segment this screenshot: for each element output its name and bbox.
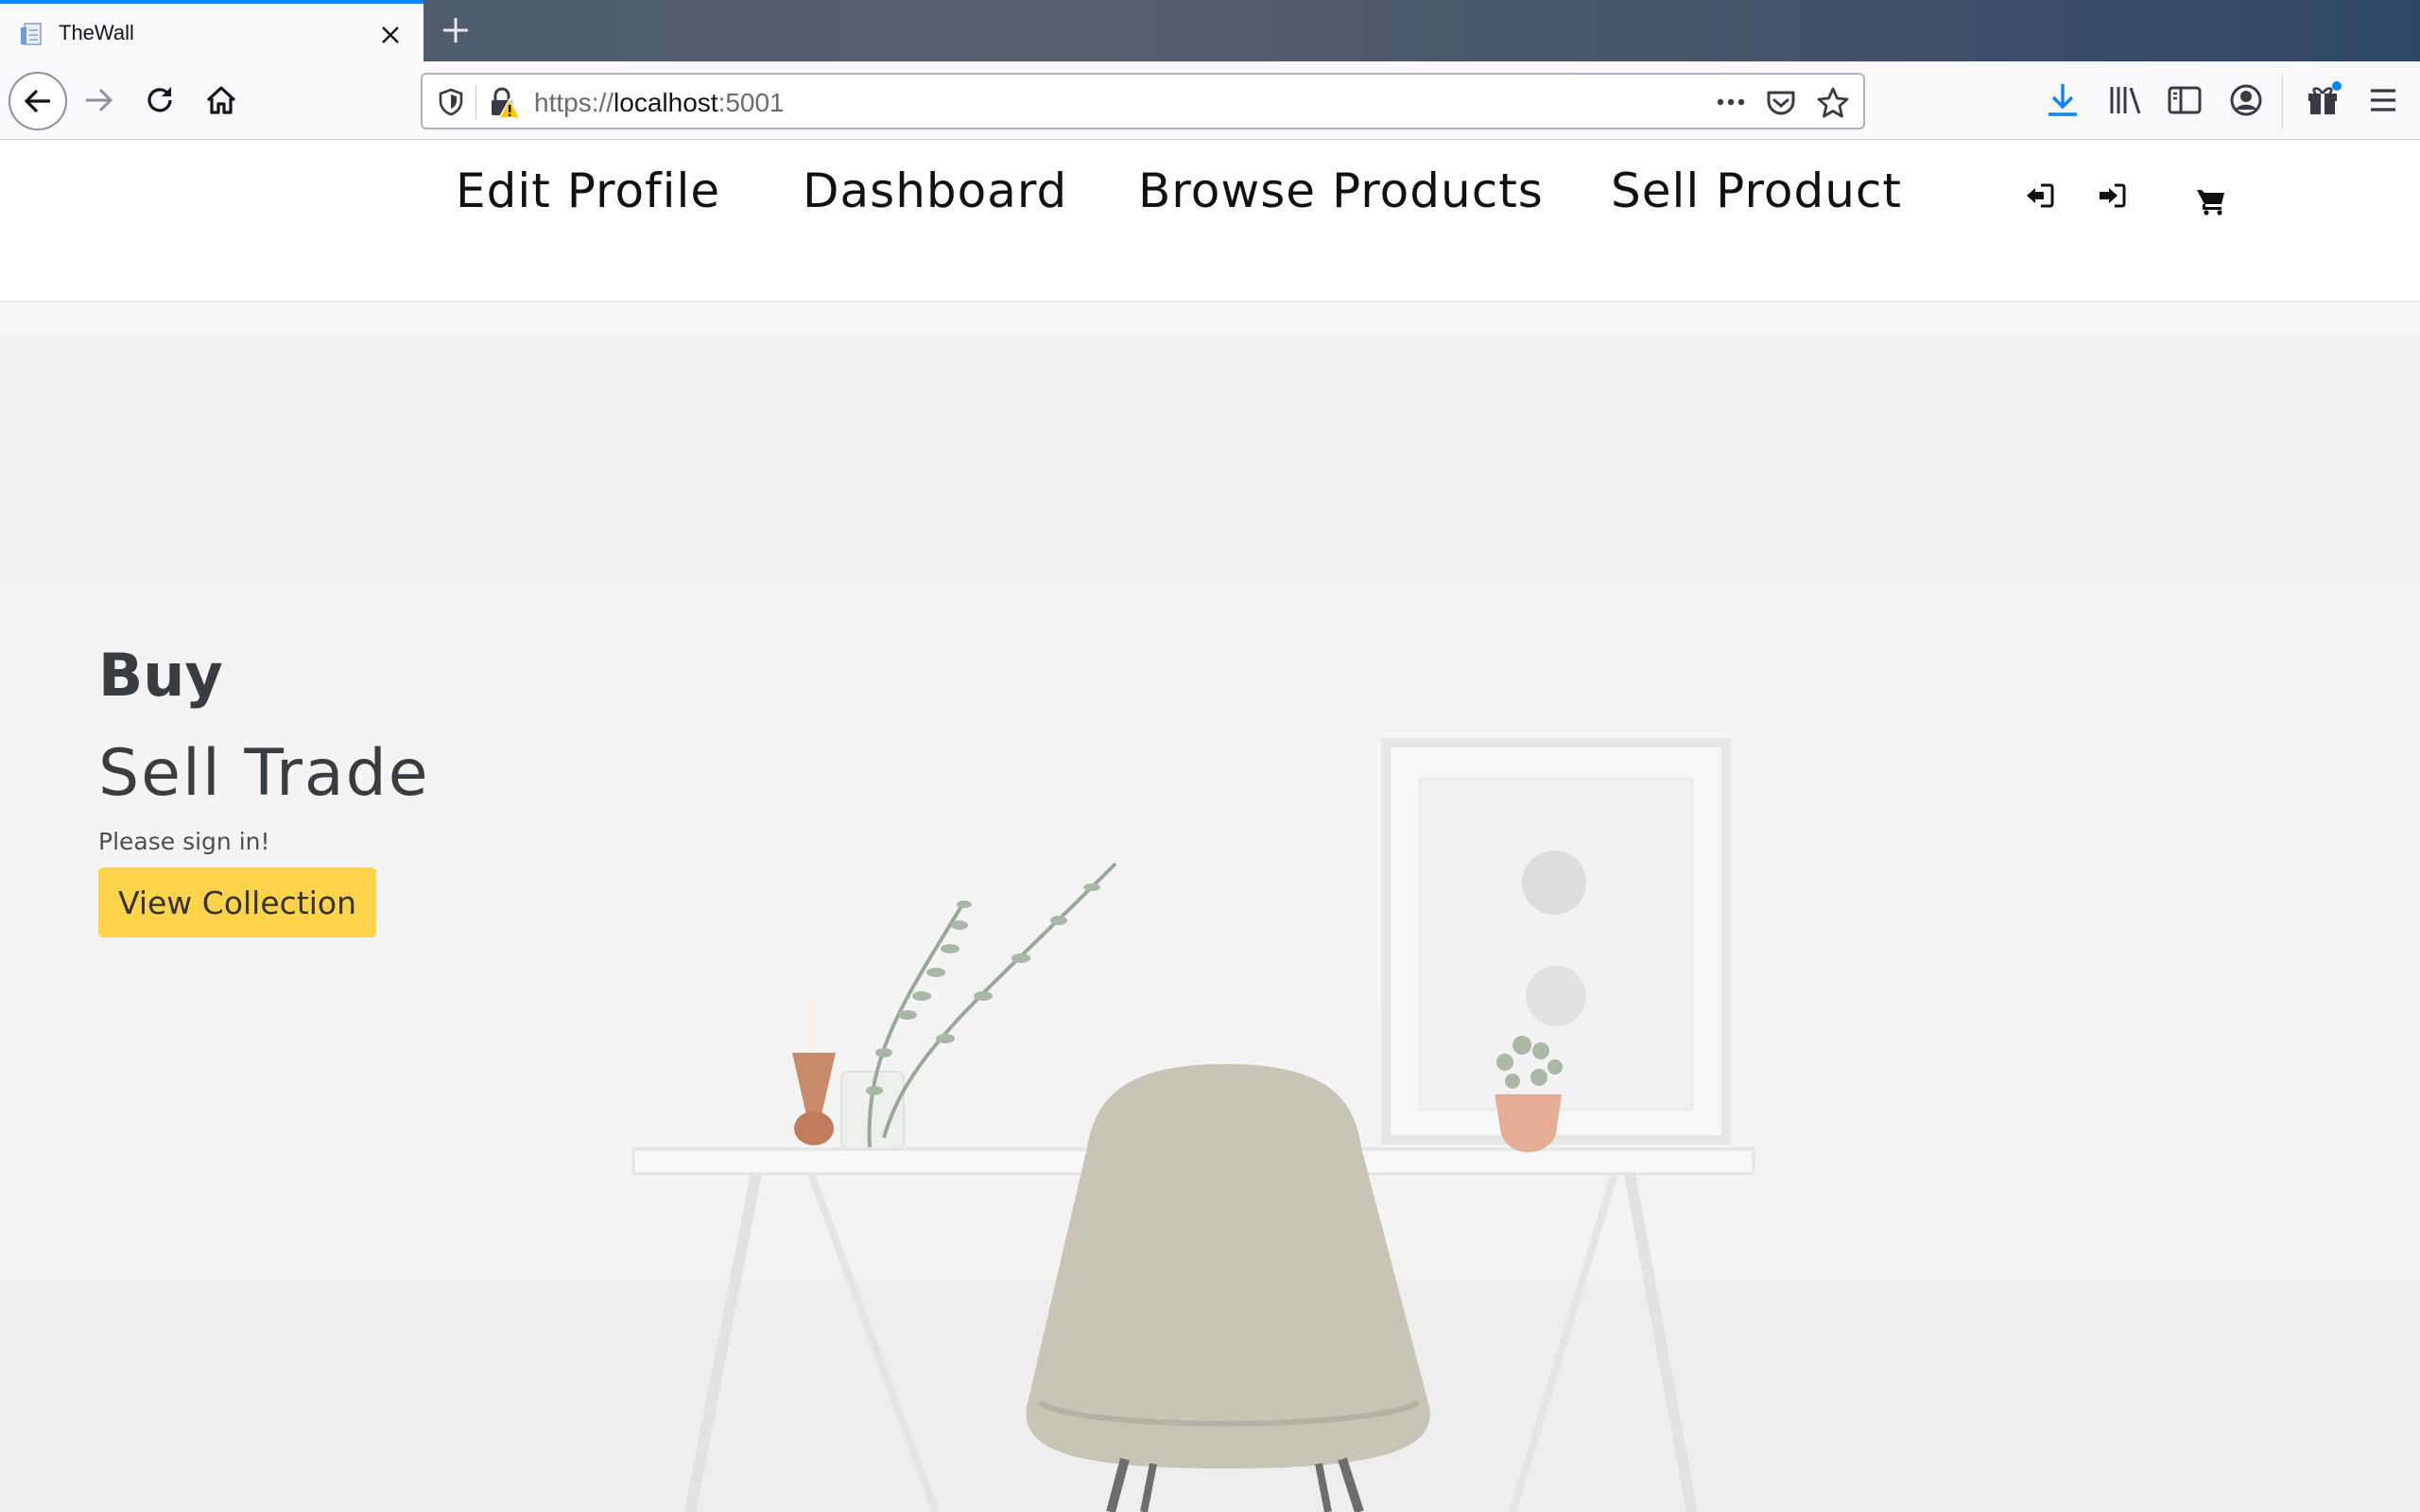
nav-dashboard[interactable]: Dashboard [803, 163, 1067, 218]
nav-sell-product[interactable]: Sell Product [1611, 163, 1902, 218]
reload-button[interactable] [130, 71, 189, 129]
nav-browse-products[interactable]: Browse Products [1138, 163, 1544, 218]
hero-subtitle: Sell Trade [98, 736, 430, 811]
home-icon [206, 86, 236, 114]
sidebar-icon[interactable] [2165, 80, 2204, 120]
shopping-cart-icon[interactable] [2195, 185, 2227, 217]
url-scheme: https:// [534, 88, 614, 117]
plus-icon[interactable] [439, 13, 473, 47]
document-icon [21, 23, 42, 45]
reload-icon [147, 87, 172, 112]
more-icon[interactable] [1715, 88, 1747, 116]
browser-toolbar: https://localhost:5001 [0, 61, 2420, 140]
sign-in-icon[interactable] [2096, 180, 2128, 212]
forward-button[interactable] [70, 71, 129, 129]
view-collection-button[interactable]: View Collection [98, 868, 376, 937]
tab-title: TheWall [59, 21, 134, 44]
back-button[interactable] [9, 72, 67, 130]
hero-section: Buy Sell Trade Please sign in! View Coll… [0, 335, 2420, 1512]
forward-icon [86, 88, 113, 112]
account-icon[interactable] [2226, 80, 2266, 120]
sign-out-icon[interactable] [2024, 180, 2056, 212]
extension-gift-icon[interactable] [2303, 80, 2342, 120]
header-gap [0, 302, 2420, 335]
back-icon [24, 89, 50, 113]
site-header: Edit Profile Dashboard Browse Products S… [0, 140, 2420, 302]
nav-edit-profile[interactable]: Edit Profile [456, 163, 720, 218]
hamburger-menu-icon[interactable] [2363, 80, 2403, 120]
library-icon[interactable] [2105, 80, 2145, 120]
bookmark-star-icon[interactable] [1816, 86, 1850, 120]
download-icon[interactable] [2043, 80, 2083, 120]
toolbar-separator [2282, 73, 2283, 129]
close-icon[interactable] [376, 21, 405, 49]
url-bar[interactable]: https://localhost:5001 [421, 73, 1865, 129]
browser-tab[interactable]: TheWall [0, 0, 424, 61]
url-divider [475, 84, 476, 120]
home-button[interactable] [192, 71, 251, 129]
pocket-icon[interactable] [1764, 86, 1798, 120]
hero-title: Buy [98, 641, 223, 710]
insecure-lock-icon[interactable] [487, 86, 521, 120]
tracking-shield-icon[interactable] [436, 87, 466, 117]
url-host: localhost [614, 88, 718, 117]
sign-in-prompt: Please sign in! [98, 828, 270, 855]
url-port: :5001 [717, 88, 785, 117]
browser-tab-strip: TheWall [0, 0, 2420, 61]
url-text[interactable]: https://localhost:5001 [534, 88, 785, 118]
